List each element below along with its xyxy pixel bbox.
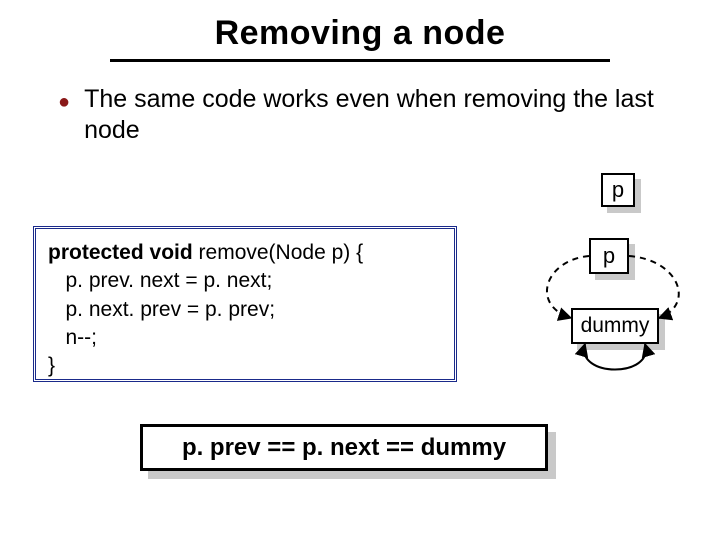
code-keyword: protected void	[48, 241, 193, 264]
node-dummy-text: dummy	[581, 314, 650, 338]
bullet-dot-icon: ●	[58, 90, 70, 115]
code-line-4: n--;	[48, 326, 97, 349]
node-dummy: dummy	[571, 308, 659, 344]
equality-text: p. prev == p. next == dummy	[182, 434, 506, 462]
slide: Removing a node ● The same code works ev…	[0, 0, 720, 540]
node-p: p	[589, 238, 629, 274]
code-line-5: }	[48, 354, 55, 377]
p-label-box: p	[601, 173, 635, 207]
code-content: protected void remove(Node p) { p. prev.…	[38, 231, 452, 389]
code-sig-rest: remove(Node p) {	[193, 241, 363, 264]
bullet-item: ● The same code works even when removing…	[58, 84, 670, 147]
code-line-3: p. next. prev = p. prev;	[48, 298, 275, 321]
code-line-2: p. prev. next = p. next;	[48, 269, 272, 292]
bullet-text: The same code works even when removing t…	[84, 84, 670, 147]
code-box: protected void remove(Node p) { p. prev.…	[33, 226, 457, 382]
p-label-text: p	[612, 177, 624, 203]
node-p-text: p	[603, 243, 615, 269]
slide-title: Removing a node	[0, 0, 720, 57]
title-underline	[110, 59, 610, 62]
equality-box: p. prev == p. next == dummy	[140, 424, 548, 471]
